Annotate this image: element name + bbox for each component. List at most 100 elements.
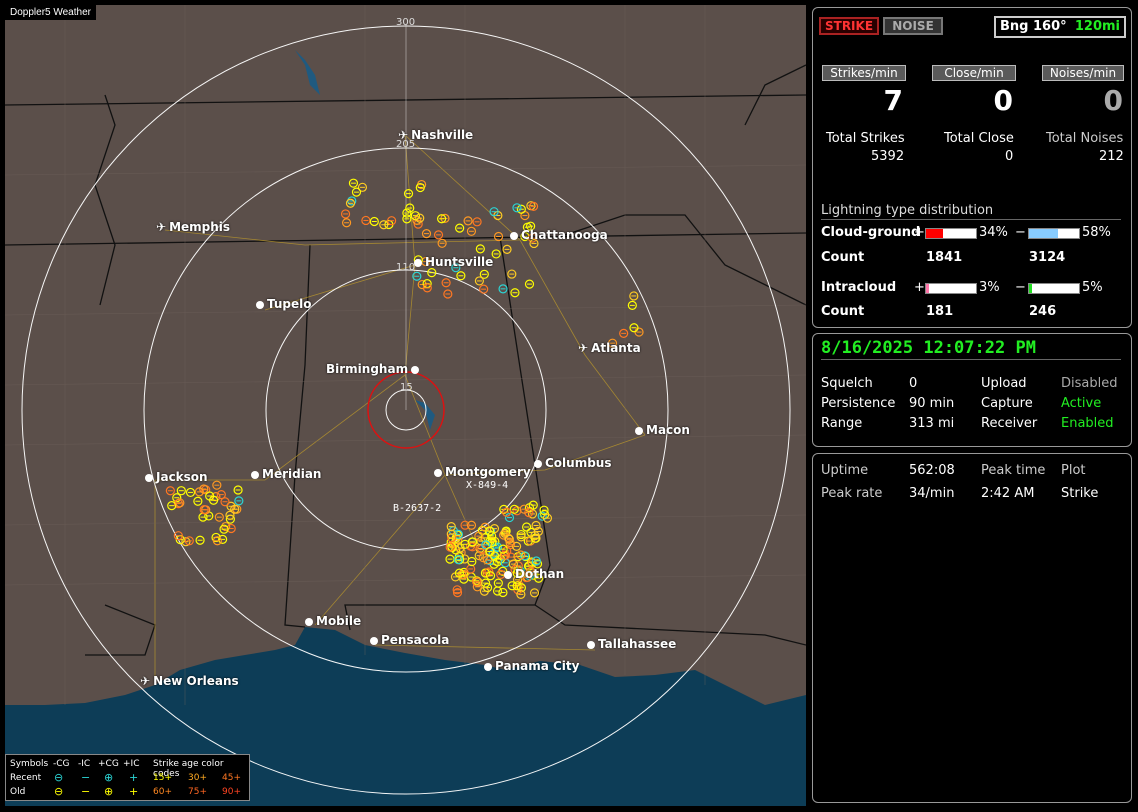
- strikes-per-min-header: Strikes/min: [822, 65, 906, 81]
- lake: [295, 50, 320, 95]
- plot-value[interactable]: Strike: [1061, 486, 1098, 501]
- total-close-label: Total Close: [944, 131, 1014, 146]
- uptime-panel: Uptime 562:08 Peak time Plot Peak rate 3…: [812, 453, 1132, 803]
- age-code: 15+: [153, 773, 172, 783]
- city-tupelo: Tupelo: [256, 297, 312, 311]
- legend-header: -IC: [78, 759, 91, 769]
- city-dot-icon: [434, 468, 442, 477]
- pos-cg-recent-icon: ⊕: [104, 771, 114, 784]
- noises-per-min-value: 0: [1103, 84, 1123, 117]
- plus-icon: +: [914, 225, 925, 240]
- city-dot-icon: [534, 459, 542, 468]
- city-dot-icon: [635, 426, 643, 435]
- city-nashville: ✈ Nashville: [398, 128, 474, 142]
- minus-icon: −: [1015, 280, 1026, 295]
- cg-positive-pct: 34%: [979, 225, 1008, 240]
- city-macon: Macon: [635, 423, 690, 437]
- cg-negative-count: 3124: [1029, 250, 1066, 265]
- city-chattanooga: Chattanooga: [510, 228, 608, 242]
- city-dot-icon: [256, 300, 264, 309]
- cg-negative-bar: [1028, 228, 1080, 239]
- city-new-orleans: ✈ New Orleans: [140, 674, 239, 688]
- city-montgomery: Montgomery: [434, 465, 531, 479]
- noise-button[interactable]: NOISE: [883, 17, 943, 35]
- capture-label: Capture: [981, 396, 1033, 411]
- legend-header: +IC: [123, 759, 140, 769]
- city-dot-icon: [510, 231, 518, 240]
- legend-recent-label: Recent: [10, 773, 42, 783]
- pos-ic-recent-icon: +: [129, 771, 139, 784]
- neg-ic-recent-icon: −: [81, 771, 91, 784]
- city-jackson: Jackson: [145, 470, 208, 484]
- ic-negative-fill: [1029, 284, 1032, 293]
- ic-positive-bar: [925, 283, 977, 294]
- city-dothan: Dothan: [504, 567, 564, 581]
- legend-symbols-label: Symbols: [10, 759, 49, 769]
- uptime-label: Uptime: [821, 463, 869, 478]
- minus-icon: −: [1015, 225, 1026, 240]
- airport-icon: ✈: [578, 341, 589, 355]
- storm-label: B-2637-2: [393, 503, 442, 514]
- age-code: 45+: [222, 773, 241, 783]
- storm-label: X-849-4: [466, 480, 509, 491]
- city-dot-icon: [504, 570, 512, 579]
- lightning-map[interactable]: 300 205 110 15 Doppler5 Weather ✈ Nashvil…: [5, 5, 806, 806]
- datetime: 8/16/2025 12:07:22 PM: [821, 338, 1036, 358]
- persistence-value: 90 min: [909, 396, 955, 411]
- cg-positive-fill: [926, 229, 943, 238]
- ic-count-label: Count: [821, 304, 865, 319]
- distribution-label: Lightning type distribution: [821, 203, 994, 218]
- bearing-range-display[interactable]: Bng 160° 120mi: [994, 16, 1126, 38]
- airport-icon: ✈: [398, 128, 409, 142]
- airport-icon: ✈: [156, 220, 167, 234]
- cg-negative-fill: [1029, 229, 1058, 238]
- range-label-15: 15: [400, 382, 413, 393]
- ic-negative-pct: 5%: [1082, 280, 1103, 295]
- pos-ic-old-icon: +: [129, 785, 139, 798]
- ic-positive-count: 181: [926, 304, 954, 319]
- legend-old-label: Old: [10, 787, 26, 797]
- age-code: 75+: [188, 787, 207, 797]
- peak-time-label: Peak time: [981, 463, 1046, 478]
- squelch-label: Squelch: [821, 376, 873, 391]
- ic-negative-count: 246: [1029, 304, 1057, 319]
- squelch-value: 0: [909, 376, 918, 391]
- peak-time-value: 2:42 AM: [981, 486, 1035, 501]
- neg-ic-old-icon: −: [81, 785, 91, 798]
- strike-button[interactable]: STRIKE: [819, 17, 879, 35]
- city-dot-icon: [414, 258, 422, 267]
- city-columbus: Columbus: [534, 456, 612, 470]
- city-meridian: Meridian: [251, 467, 321, 481]
- city-dot-icon: [251, 470, 259, 479]
- city-birmingham: Birmingham: [326, 362, 422, 376]
- city-dot-icon: [145, 473, 153, 482]
- city-dot-icon: [305, 617, 313, 626]
- divider: [821, 359, 1121, 360]
- plus-icon: +: [914, 280, 925, 295]
- plot-label: Plot: [1061, 463, 1086, 478]
- age-code: 30+: [188, 773, 207, 783]
- receiver-label: Receiver: [981, 416, 1038, 431]
- city-dot-icon: [370, 636, 378, 645]
- pos-cg-old-icon: ⊕: [104, 785, 114, 798]
- divider: [821, 219, 1121, 220]
- upload-value: Disabled: [1061, 376, 1118, 391]
- total-noises-label: Total Noises: [1046, 131, 1124, 146]
- city-dot-icon: [587, 640, 595, 649]
- airport-icon: ✈: [140, 674, 151, 688]
- city-panama-city: Panama City: [484, 659, 579, 673]
- persistence-label: Persistence: [821, 396, 896, 411]
- upload-label: Upload: [981, 376, 1027, 391]
- total-strikes-value: 5392: [871, 149, 905, 164]
- symbol-legend: Symbols -CG -IC +CG +IC Strike age color…: [5, 754, 250, 801]
- city-memphis: ✈ Memphis: [156, 220, 231, 234]
- neg-cg-recent-icon: ⊖: [54, 771, 64, 784]
- receiver-value: Enabled: [1061, 416, 1114, 431]
- close-per-min-header: Close/min: [932, 65, 1016, 81]
- bearing-value: Bng 160°: [1000, 19, 1067, 34]
- cg-count-label: Count: [821, 250, 865, 265]
- city-mobile: Mobile: [305, 614, 361, 628]
- cg-positive-bar: [925, 228, 977, 239]
- city-huntsville: Huntsville: [414, 255, 493, 269]
- strike-stats-panel: STRIKE NOISE Bng 160° 120mi Strikes/min …: [812, 7, 1132, 328]
